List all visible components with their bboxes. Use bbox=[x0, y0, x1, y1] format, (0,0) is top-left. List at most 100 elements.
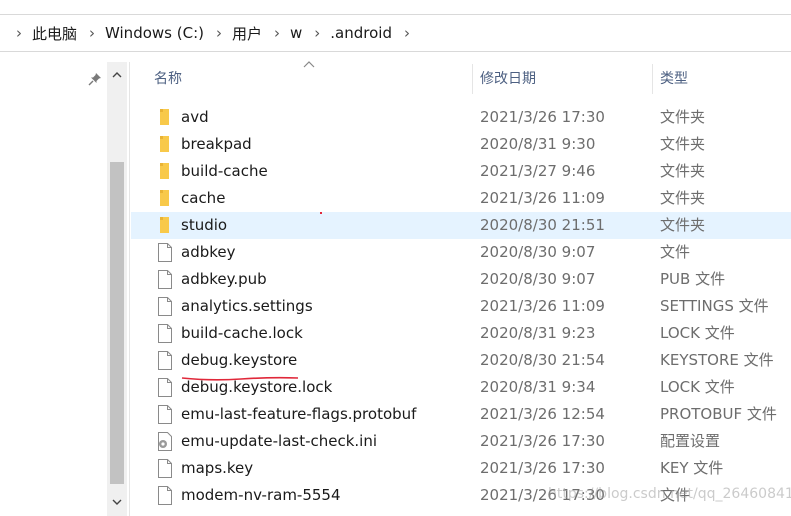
breadcrumb[interactable]: › 此电脑 › Windows (C:) › 用户 › w › .android › bbox=[0, 14, 791, 52]
sort-ascending-icon bbox=[303, 61, 315, 68]
file-name: breakpad bbox=[181, 135, 252, 153]
file-icon bbox=[157, 297, 173, 316]
file-list: 名称 修改日期 类型 avd 2021/3/26 17:30 文件夹 breakpad… bbox=[131, 61, 791, 516]
file-type: 文件夹 bbox=[660, 135, 706, 153]
column-header-type[interactable]: 类型 bbox=[660, 62, 688, 96]
file-date: 2020/8/30 9:07 bbox=[480, 243, 596, 261]
file-name: debug.keystore.lock bbox=[181, 378, 333, 396]
file-row[interactable]: studio 2020/8/30 21:51 文件夹 bbox=[131, 212, 791, 239]
folder-icon bbox=[157, 135, 173, 154]
file-row[interactable]: adbkey 2020/8/30 9:07 文件 bbox=[131, 239, 791, 266]
breadcrumb-label: Windows (C:) bbox=[105, 24, 204, 42]
scroll-thumb[interactable] bbox=[110, 162, 124, 484]
file-row[interactable]: emu-update-last-check.ini 2021/3/26 17:30… bbox=[131, 428, 791, 455]
file-type: SETTINGS 文件 bbox=[660, 297, 769, 315]
folder-icon bbox=[157, 108, 173, 127]
file-name: modem-nv-ram-5554 bbox=[181, 486, 341, 504]
column-headers: 名称 修改日期 类型 bbox=[131, 61, 791, 96]
file-date: 2021/3/27 9:46 bbox=[480, 162, 596, 180]
file-row[interactable]: debug.keystore 2020/8/30 21:54 KEYSTORE 文件 bbox=[131, 347, 791, 381]
file-icon bbox=[157, 459, 173, 478]
file-row[interactable]: breakpad 2020/8/31 9:30 文件夹 bbox=[131, 131, 791, 158]
file-date: 2021/3/26 12:54 bbox=[480, 405, 605, 423]
file-row[interactable]: maps.key 2021/3/26 17:30 KEY 文件 bbox=[131, 455, 791, 482]
column-header-date[interactable]: 修改日期 bbox=[480, 62, 536, 96]
file-row[interactable]: build-cache.lock 2020/8/31 9:23 LOCK 文件 bbox=[131, 320, 791, 347]
annotation-dot bbox=[320, 212, 322, 214]
file-row[interactable]: analytics.settings 2021/3/26 11:09 SETTING… bbox=[131, 293, 791, 320]
scroll-down-icon[interactable] bbox=[107, 494, 127, 510]
chevron-right-icon[interactable]: › bbox=[268, 24, 286, 42]
file-date: 2020/8/30 21:51 bbox=[480, 216, 605, 234]
watermark: https://blog.csdn.net/qq_26460841 bbox=[548, 486, 791, 502]
breadcrumb-label: 用户 bbox=[231, 24, 262, 43]
file-icon bbox=[157, 324, 173, 343]
file-date: 2020/8/31 9:23 bbox=[480, 324, 596, 342]
file-icon bbox=[157, 486, 173, 505]
column-header-name[interactable]: 名称 bbox=[154, 62, 182, 96]
file-date: 2020/8/31 9:34 bbox=[480, 378, 596, 396]
file-date: 2021/3/26 17:30 bbox=[480, 432, 605, 450]
chevron-right-icon[interactable]: › bbox=[10, 24, 28, 42]
file-type: 配置设置 bbox=[660, 432, 721, 450]
file-name: avd bbox=[181, 108, 209, 126]
breadcrumb-item[interactable]: › 此电脑 bbox=[10, 23, 83, 44]
file-name: adbkey bbox=[181, 243, 236, 261]
file-type: 文件夹 bbox=[660, 216, 706, 234]
file-icon bbox=[157, 270, 173, 289]
breadcrumb-item[interactable]: › 用户 bbox=[210, 23, 268, 44]
pin-icon[interactable] bbox=[88, 71, 102, 86]
file-date: 2020/8/30 21:54 bbox=[480, 351, 605, 369]
file-date: 2020/8/30 9:07 bbox=[480, 270, 596, 288]
file-icon bbox=[157, 351, 173, 370]
folder-icon bbox=[157, 189, 173, 208]
file-date: 2021/3/26 17:30 bbox=[480, 459, 605, 477]
column-divider[interactable] bbox=[472, 64, 473, 94]
file-row[interactable]: emu-last-feature-flags.protobuf 2021/3/26… bbox=[131, 401, 791, 428]
breadcrumb-item[interactable]: › .android bbox=[308, 24, 398, 42]
file-type: PUB 文件 bbox=[660, 270, 726, 288]
file-name: build-cache.lock bbox=[181, 324, 303, 342]
file-type: KEY 文件 bbox=[660, 459, 724, 477]
file-name: analytics.settings bbox=[181, 297, 313, 315]
breadcrumb-item[interactable]: › Windows (C:) bbox=[83, 24, 210, 42]
file-type: 文件夹 bbox=[660, 162, 706, 180]
folder-icon bbox=[157, 216, 173, 235]
file-name: build-cache bbox=[181, 162, 268, 180]
file-name: maps.key bbox=[181, 459, 254, 477]
file-date: 2021/3/26 11:09 bbox=[480, 189, 605, 207]
navigation-pane bbox=[0, 62, 130, 516]
file-icon bbox=[157, 243, 173, 262]
file-date: 2020/8/31 9:30 bbox=[480, 135, 596, 153]
file-row[interactable]: debug.keystore.lock 2020/8/31 9:34 LOCK 文件 bbox=[131, 374, 791, 401]
scroll-up-icon[interactable] bbox=[107, 66, 127, 82]
column-divider[interactable] bbox=[652, 64, 653, 94]
file-icon bbox=[157, 405, 173, 424]
file-row[interactable]: cache 2021/3/26 11:09 文件夹 bbox=[131, 185, 791, 212]
file-name: cache bbox=[181, 189, 226, 207]
address-bar: › 此电脑 › Windows (C:) › 用户 › w › .android › bbox=[0, 0, 791, 62]
chevron-right-icon[interactable]: › bbox=[308, 24, 326, 42]
breadcrumb-label: w bbox=[290, 24, 303, 42]
file-name: emu-last-feature-flags.protobuf bbox=[181, 405, 417, 423]
nav-scrollbar[interactable] bbox=[107, 62, 127, 516]
file-type: PROTOBUF 文件 bbox=[660, 405, 777, 423]
file-row[interactable]: build-cache 2021/3/27 9:46 文件夹 bbox=[131, 158, 791, 185]
chevron-right-icon[interactable]: › bbox=[83, 24, 101, 42]
settings-file-icon bbox=[157, 432, 173, 451]
folder-icon bbox=[157, 162, 173, 181]
breadcrumb-item[interactable]: › w bbox=[268, 24, 308, 42]
file-type: 文件夹 bbox=[660, 108, 706, 126]
file-date: 2021/3/26 11:09 bbox=[480, 297, 605, 315]
file-type: KEYSTORE 文件 bbox=[660, 351, 774, 369]
file-row[interactable]: avd 2021/3/26 17:30 文件夹 bbox=[131, 104, 791, 131]
chevron-right-icon[interactable]: › bbox=[398, 24, 416, 42]
file-row[interactable]: adbkey.pub 2020/8/30 9:07 PUB 文件 bbox=[131, 266, 791, 293]
file-type: 文件 bbox=[660, 243, 691, 261]
file-type: LOCK 文件 bbox=[660, 324, 735, 342]
file-date: 2021/3/26 17:30 bbox=[480, 108, 605, 126]
file-type: LOCK 文件 bbox=[660, 378, 735, 396]
file-rows: avd 2021/3/26 17:30 文件夹 breakpad 2020/8/31 9… bbox=[131, 104, 791, 509]
chevron-right-icon[interactable]: › bbox=[210, 24, 228, 42]
file-icon bbox=[157, 378, 173, 397]
